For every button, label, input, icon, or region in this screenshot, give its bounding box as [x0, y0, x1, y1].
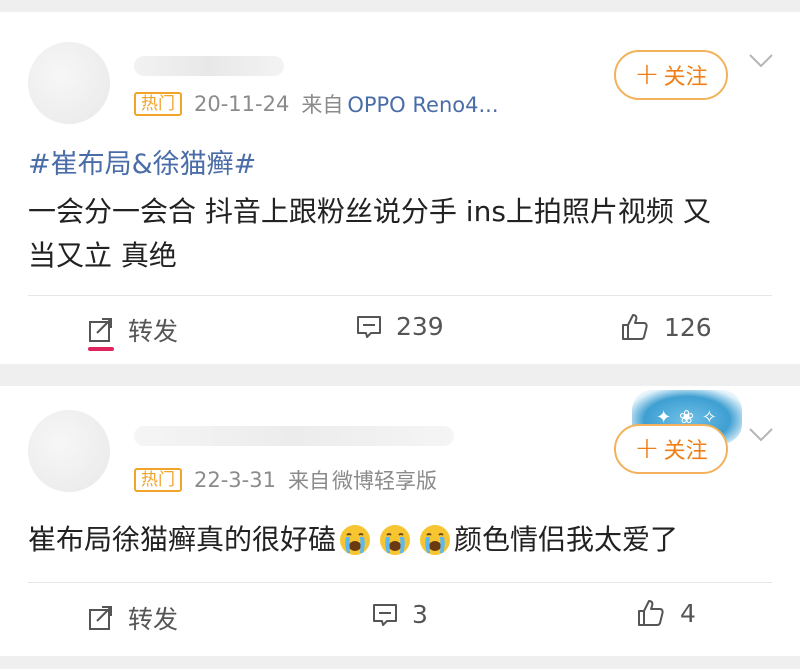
divider — [28, 295, 772, 296]
post-card-2: ✦ ❀ ✧ 热门 22-3-31 来自微博轻享版 + 关注 崔布局徐猫癣真的很好… — [0, 386, 800, 656]
crying-face-emoji — [380, 525, 411, 555]
post-date: 20-11-24 — [194, 92, 290, 116]
comment-icon — [373, 603, 397, 626]
like-count: 4 — [680, 598, 696, 628]
repost-button[interactable]: 转发 — [88, 312, 178, 348]
repost-label: 转发 — [128, 605, 179, 634]
chevron-down-icon[interactable] — [748, 52, 774, 70]
follow-label: 关注 — [663, 65, 708, 90]
divider — [28, 582, 772, 583]
follow-button[interactable]: + 关注 — [614, 50, 728, 100]
username-blurred[interactable] — [134, 426, 454, 446]
repost-button[interactable]: 转发 — [88, 600, 178, 636]
follow-label: 关注 — [663, 439, 708, 464]
source-device[interactable]: 微博轻享版 — [332, 469, 437, 493]
comment-count: 3 — [412, 600, 428, 629]
username-blurred[interactable] — [134, 56, 284, 76]
share-icon — [89, 606, 112, 630]
post-text-line-2: 当又立 真绝 — [28, 239, 177, 272]
post-text-before: 崔布局徐猫癣真的很好磕 — [28, 523, 337, 556]
post-card-1: 热门 20-11-24 来自 OPPO Reno4... + 关注 #崔布局&徐猫… — [0, 12, 800, 364]
comment-button[interactable]: 239 — [356, 312, 444, 341]
avatar[interactable] — [28, 42, 110, 124]
plus-icon: + — [634, 431, 660, 466]
chevron-down-icon[interactable] — [748, 426, 774, 444]
share-icon — [89, 318, 112, 342]
post-meta: 热门 20-11-24 来自 OPPO Reno4... — [134, 90, 499, 118]
crying-face-emoji — [340, 525, 371, 555]
post-text-after: 颜色情侣我太爱了 — [454, 523, 679, 556]
like-count: 126 — [664, 312, 712, 342]
comment-count: 239 — [396, 312, 444, 341]
plus-icon: + — [634, 57, 660, 92]
post-meta: 热门 22-3-31 来自微博轻享版 — [134, 466, 437, 494]
source-device[interactable]: OPPO Reno4... — [347, 93, 498, 117]
crying-face-emoji — [420, 525, 451, 555]
hot-badge: 热门 — [134, 92, 182, 116]
active-tab-indicator — [88, 347, 114, 351]
repost-label: 转发 — [128, 317, 179, 346]
thumbs-up-icon — [638, 600, 664, 626]
like-button[interactable]: 4 — [636, 598, 696, 628]
comment-icon — [357, 315, 381, 338]
hot-badge: 热门 — [134, 468, 182, 492]
post-date: 22-3-31 — [194, 468, 276, 492]
post-text: 崔布局徐猫癣真的很好磕 颜色情侣我太爱了 — [28, 518, 678, 562]
avatar[interactable] — [28, 410, 110, 492]
post-text-line-1: 一会分一会合 抖音上跟粉丝说分手 ins上拍照片视频 又 — [28, 195, 711, 228]
hashtag-link[interactable]: #崔布局&徐猫癣# — [28, 142, 256, 181]
like-button[interactable]: 126 — [620, 312, 712, 342]
post-source: 来自 OPPO Reno4... — [301, 93, 499, 117]
thumbs-up-icon — [622, 314, 648, 340]
comment-button[interactable]: 3 — [372, 600, 428, 629]
post-source: 来自微博轻享版 — [287, 469, 437, 493]
follow-button[interactable]: + 关注 — [614, 424, 728, 474]
